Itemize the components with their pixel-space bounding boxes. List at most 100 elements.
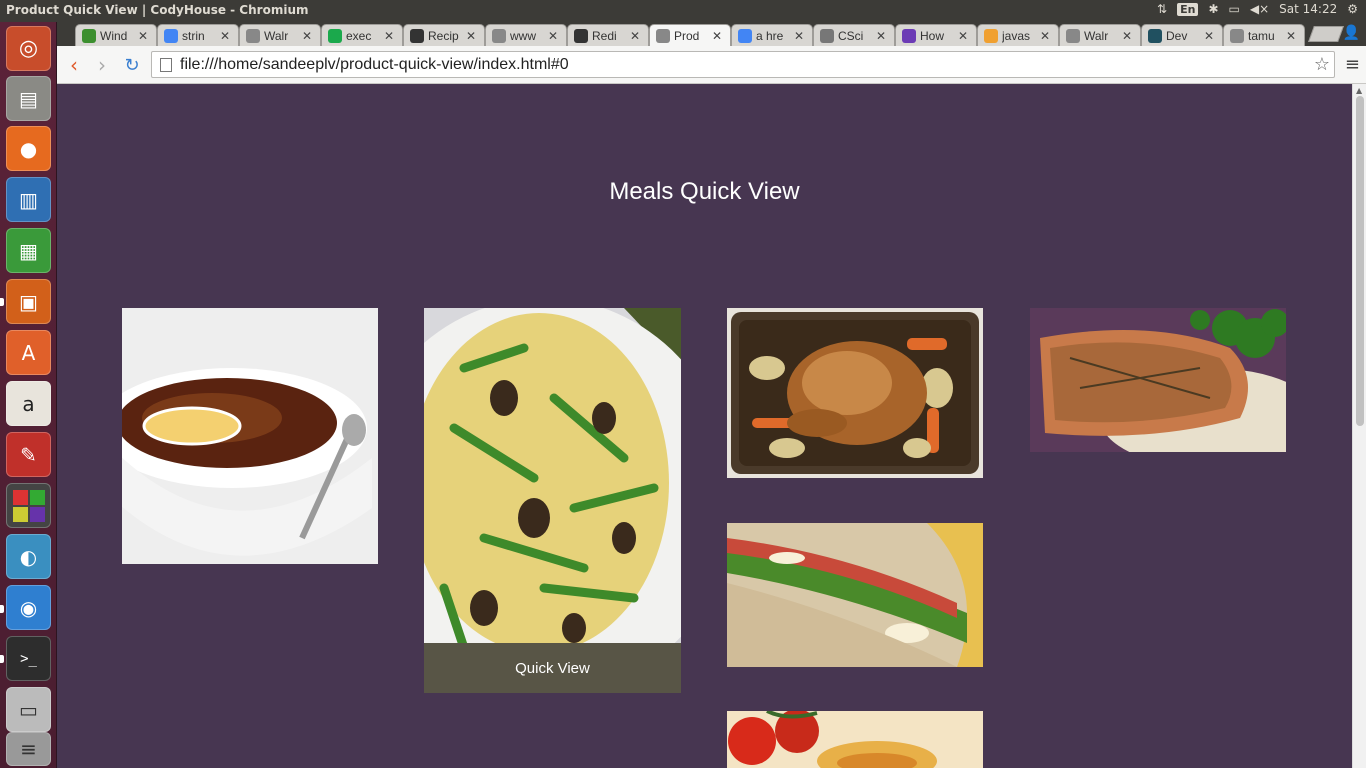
user-profile-icon[interactable]: 👤 [1343, 25, 1360, 41]
devdocs-icon [1148, 28, 1162, 43]
hackerrank-icon [328, 28, 342, 43]
writer-icon[interactable]: ▥ [6, 177, 51, 222]
files-icon[interactable]: ▤ [6, 76, 51, 121]
page-icon [492, 28, 506, 43]
tab-title: How [920, 28, 945, 43]
meal-card-soup[interactable] [122, 308, 378, 564]
new-tab-button[interactable] [1308, 26, 1344, 42]
bluetooth-icon[interactable]: ✱ [1208, 2, 1218, 16]
tab-title: tamu [1248, 28, 1275, 43]
tab-title: Prod [674, 28, 700, 43]
sandwich-image [727, 523, 983, 667]
close-icon[interactable]: ✕ [794, 29, 804, 43]
roast-chicken-image [727, 308, 983, 478]
close-icon[interactable]: ✕ [548, 29, 558, 43]
tab-6[interactable]: Redi ✕ [567, 24, 649, 46]
tab-title: exec [346, 28, 372, 43]
launcher: ◎ ▤ ● ▥ ▦ ▣ A a ✎ ◐ ◉ >_ ▭ ≡ [0, 22, 57, 768]
close-icon[interactable]: ✕ [876, 29, 886, 43]
tab-13[interactable]: Dev ✕ [1141, 24, 1223, 46]
vertical-scrollbar[interactable]: ▲ [1352, 84, 1366, 768]
google-icon [738, 28, 752, 43]
scrollbar-thumb[interactable] [1356, 96, 1364, 426]
indicator-area: ⇅ En ✱ ▭ ◀× Sat 14:22 ⚙ [1157, 2, 1358, 16]
running-indicator [0, 655, 4, 663]
tab-2[interactable]: Walr ✕ [239, 24, 321, 46]
battery-icon[interactable]: ▭ [1229, 2, 1240, 16]
close-icon[interactable]: ✕ [138, 29, 148, 43]
tab-5[interactable]: www ✕ [485, 24, 567, 46]
window-title: Product Quick View | CodyHouse - Chromiu… [6, 3, 309, 17]
chromium-icon[interactable]: ◉ [6, 585, 51, 630]
page-viewport: Meals Quick View Quick View [57, 84, 1352, 768]
meal-card-asparagus-eggs[interactable]: Quick View [424, 308, 681, 693]
software-center-icon[interactable]: A [6, 330, 51, 375]
tab-8[interactable]: a hre ✕ [731, 24, 813, 46]
meal-card-sandwich[interactable] [727, 523, 983, 667]
tab-4[interactable]: Recip ✕ [403, 24, 485, 46]
forward-button[interactable]: › [89, 52, 115, 78]
ubuntu-dash-icon[interactable]: ◎ [6, 26, 51, 71]
page-title: Meals Quick View [609, 178, 800, 205]
tab-14[interactable]: tamu ✕ [1223, 24, 1305, 46]
tab-3[interactable]: exec ✕ [321, 24, 403, 46]
meal-card-pasta[interactable] [727, 711, 983, 768]
system-settings-icon[interactable]: ✎ [6, 432, 51, 477]
close-icon[interactable]: ✕ [1122, 29, 1132, 43]
close-icon[interactable]: ✕ [958, 29, 968, 43]
vine-icon [82, 28, 96, 43]
tab-12[interactable]: Walr ✕ [1059, 24, 1141, 46]
close-icon[interactable]: ✕ [630, 29, 640, 43]
scroll-up-arrow[interactable]: ▲ [1356, 86, 1362, 95]
soup-image [122, 308, 378, 564]
volume-icon[interactable]: ◀× [1250, 2, 1269, 16]
video-icon [902, 28, 916, 43]
gear-icon[interactable]: ⚙ [1347, 2, 1358, 16]
running-indicator [0, 298, 4, 306]
menu-icon[interactable]: ≡ [1345, 54, 1360, 75]
close-icon[interactable]: ✕ [220, 29, 230, 43]
meal-card-salmon[interactable] [1030, 308, 1286, 452]
top-panel: Product Quick View | CodyHouse - Chromiu… [0, 0, 1366, 22]
tab-title: Redi [592, 28, 617, 43]
trash-icon[interactable]: ≡ [6, 732, 51, 766]
back-button[interactable]: ‹ [61, 52, 87, 78]
address-bar[interactable]: file:///home/sandeeplv/product-quick-vie… [151, 51, 1335, 78]
close-icon[interactable]: ✕ [712, 29, 722, 43]
close-icon[interactable]: ✕ [466, 29, 476, 43]
terminal-icon[interactable]: >_ [6, 636, 51, 681]
tab-9[interactable]: CSci ✕ [813, 24, 895, 46]
impress-icon[interactable]: ▣ [6, 279, 51, 324]
meal-card-roast-chicken[interactable] [727, 308, 983, 478]
firefox-icon[interactable]: ● [6, 126, 51, 171]
url-text[interactable]: file:///home/sandeeplv/product-quick-vie… [180, 56, 569, 74]
network-transfer-icon[interactable]: ⇅ [1157, 2, 1167, 16]
tab-title: Walr [1084, 28, 1109, 43]
tab-0[interactable]: Wind ✕ [75, 24, 157, 46]
close-icon[interactable]: ✕ [302, 29, 312, 43]
close-icon[interactable]: ✕ [1204, 29, 1214, 43]
close-icon[interactable]: ✕ [384, 29, 394, 43]
tab-title: Recip [428, 28, 459, 43]
close-icon[interactable]: ✕ [1040, 29, 1050, 43]
amazon-icon[interactable]: a [6, 381, 51, 426]
tab-10[interactable]: How ✕ [895, 24, 977, 46]
tab-1[interactable]: strin ✕ [157, 24, 239, 46]
tab-7[interactable]: Prod ✕ [649, 24, 731, 46]
github-icon [410, 28, 424, 43]
tab-11[interactable]: javas ✕ [977, 24, 1059, 46]
tab-title: javas [1002, 28, 1031, 43]
clock[interactable]: Sat 14:22 [1279, 2, 1337, 16]
tab-title: www [510, 28, 536, 43]
reload-button[interactable]: ↻ [119, 52, 145, 78]
close-icon[interactable]: ✕ [1286, 29, 1296, 43]
workspaces-icon[interactable] [6, 483, 51, 528]
tab-title: Walr [264, 28, 289, 43]
google-icon [164, 28, 178, 43]
calc-icon[interactable]: ▦ [6, 228, 51, 273]
quick-view-button[interactable]: Quick View [424, 643, 681, 693]
keyboard-layout-indicator[interactable]: En [1177, 2, 1199, 16]
bookmark-star-icon[interactable]: ☆ [1314, 54, 1330, 75]
network-icon[interactable]: ◐ [6, 534, 51, 579]
storage-icon[interactable]: ▭ [6, 687, 51, 732]
